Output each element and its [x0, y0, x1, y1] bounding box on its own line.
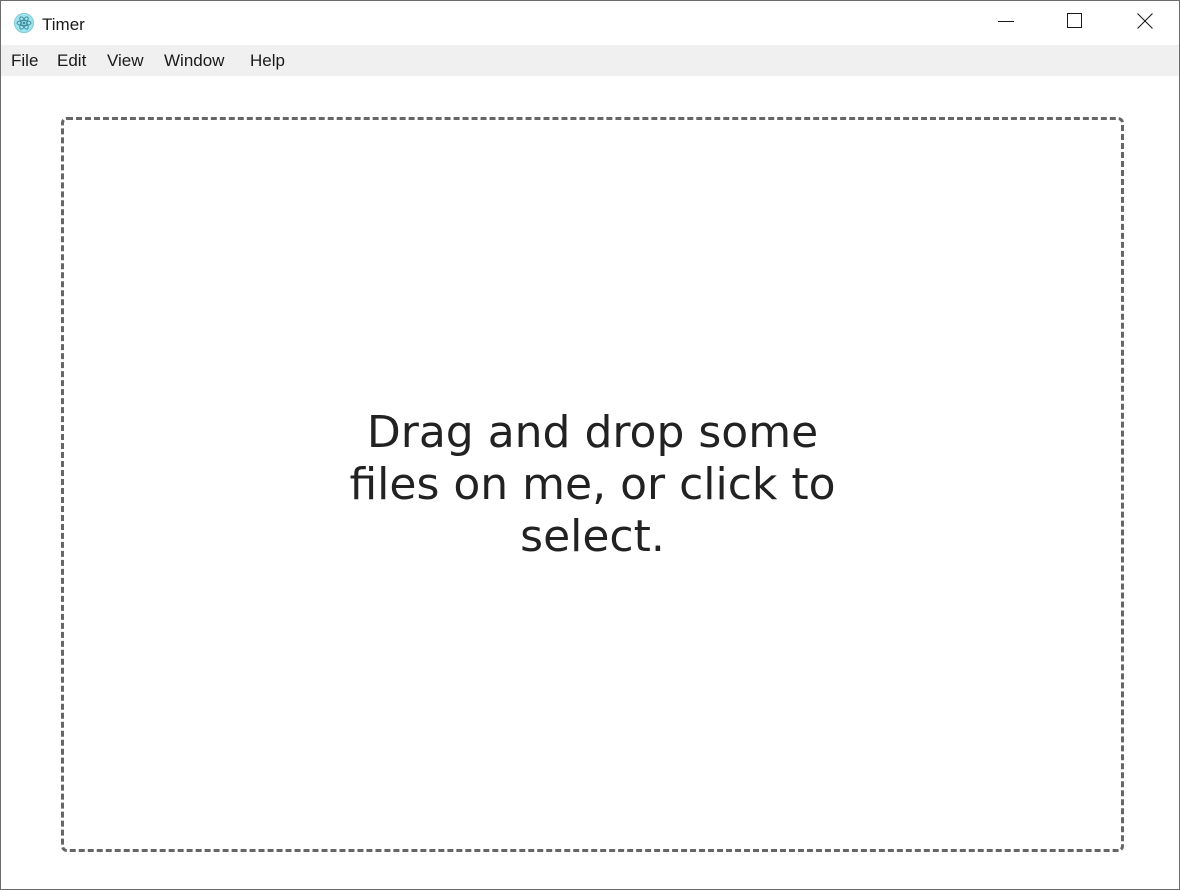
maximize-icon: [1067, 12, 1083, 34]
app-window: Timer File Edit View Window Help Drag an…: [0, 0, 1180, 890]
dropzone-message: Drag and drop some files on me, or click…: [349, 406, 836, 562]
menu-help[interactable]: Help: [250, 45, 285, 76]
file-dropzone[interactable]: Drag and drop some files on me, or click…: [61, 117, 1124, 852]
menu-edit[interactable]: Edit: [57, 45, 86, 76]
window-title: Timer: [42, 15, 85, 34]
title-bar[interactable]: Timer: [1, 1, 1179, 45]
menu-window[interactable]: Window: [164, 45, 224, 76]
menu-view[interactable]: View: [107, 45, 144, 76]
electron-atom-icon: [14, 13, 34, 33]
maximize-button[interactable]: [1040, 1, 1110, 45]
menu-file[interactable]: File: [11, 45, 38, 76]
minimize-icon: [998, 13, 1014, 34]
close-button[interactable]: [1110, 1, 1179, 45]
menu-bar: File Edit View Window Help: [1, 45, 1179, 76]
minimize-button[interactable]: [971, 1, 1041, 45]
close-icon: [1137, 12, 1153, 34]
